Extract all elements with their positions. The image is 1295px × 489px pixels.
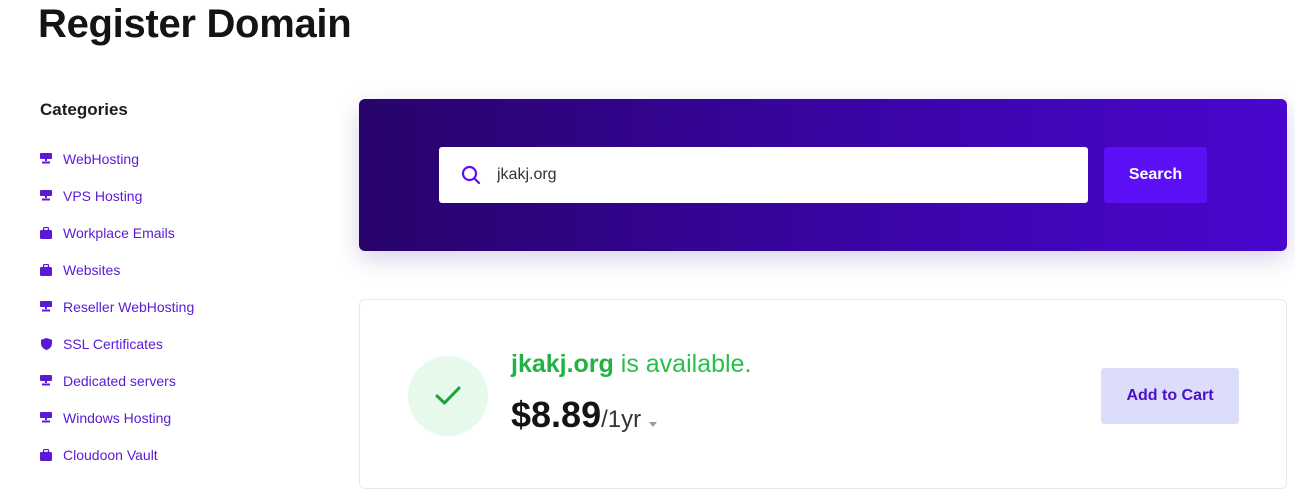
sidebar-item-label: SSL Certificates xyxy=(63,335,163,352)
price-line: $8.89 /1yr xyxy=(511,394,659,436)
categories-heading: Categories xyxy=(40,100,128,119)
server-icon xyxy=(40,153,52,165)
caret-down-icon[interactable] xyxy=(649,420,659,430)
sidebar-item-label: Windows Hosting xyxy=(63,409,172,426)
availability-status: is available. xyxy=(613,350,752,378)
page-title: Register Domain xyxy=(38,2,352,46)
briefcase-icon xyxy=(40,448,52,461)
briefcase-icon xyxy=(40,226,52,239)
briefcase-icon xyxy=(40,263,52,276)
sidebar-item-webhosting[interactable]: WebHosting xyxy=(40,140,300,177)
sidebar-item-label: Dedicated servers xyxy=(63,372,176,389)
sidebar-item-workplace-emails[interactable]: Workplace Emails xyxy=(40,214,300,251)
sidebar-item-reseller-webhosting[interactable]: Reseller WebHosting xyxy=(40,288,300,325)
shield-icon xyxy=(40,337,52,350)
sidebar-item-cloudoon-vault[interactable]: Cloudoon Vault xyxy=(40,436,300,473)
checkmark-icon xyxy=(408,356,488,436)
domain-result-card: jkakj.org is available. $8.89 /1yr Add t… xyxy=(359,299,1287,489)
server-icon xyxy=(40,375,52,387)
sidebar-item-ssl-certificates[interactable]: SSL Certificates xyxy=(40,325,300,362)
server-icon xyxy=(40,412,52,424)
domain-search-panel: Search xyxy=(359,99,1287,251)
result-domain-name: jkakj.org xyxy=(511,350,614,378)
domain-search-input[interactable] xyxy=(497,166,1057,184)
server-icon xyxy=(40,301,52,313)
availability-message: jkakj.org is available. xyxy=(511,350,751,379)
search-icon xyxy=(461,165,481,185)
sidebar-item-label: VPS Hosting xyxy=(63,187,143,204)
sidebar-item-label: Cloudoon Vault xyxy=(63,446,158,463)
sidebar-item-vps-hosting[interactable]: VPS Hosting xyxy=(40,177,300,214)
sidebar-item-label: Workplace Emails xyxy=(63,224,175,241)
sidebar-item-label: Websites xyxy=(63,261,121,278)
search-button[interactable]: Search xyxy=(1104,147,1207,203)
sidebar-item-websites[interactable]: Websites xyxy=(40,251,300,288)
sidebar-item-label: WebHosting xyxy=(63,150,140,167)
sidebar-item-dedicated-servers[interactable]: Dedicated servers xyxy=(40,362,300,399)
categories-sidebar: Categories WebHosting VPS Hosting Workpl… xyxy=(40,100,300,473)
domain-price: $8.89 xyxy=(511,394,602,435)
add-to-cart-button[interactable]: Add to Cart xyxy=(1101,368,1239,424)
sidebar-item-label: Reseller WebHosting xyxy=(63,298,195,315)
server-icon xyxy=(40,190,52,202)
search-box[interactable] xyxy=(439,147,1088,203)
billing-period: /1yr xyxy=(601,406,642,433)
category-list: WebHosting VPS Hosting Workplace Emails … xyxy=(40,140,300,473)
sidebar-item-windows-hosting[interactable]: Windows Hosting xyxy=(40,399,300,436)
